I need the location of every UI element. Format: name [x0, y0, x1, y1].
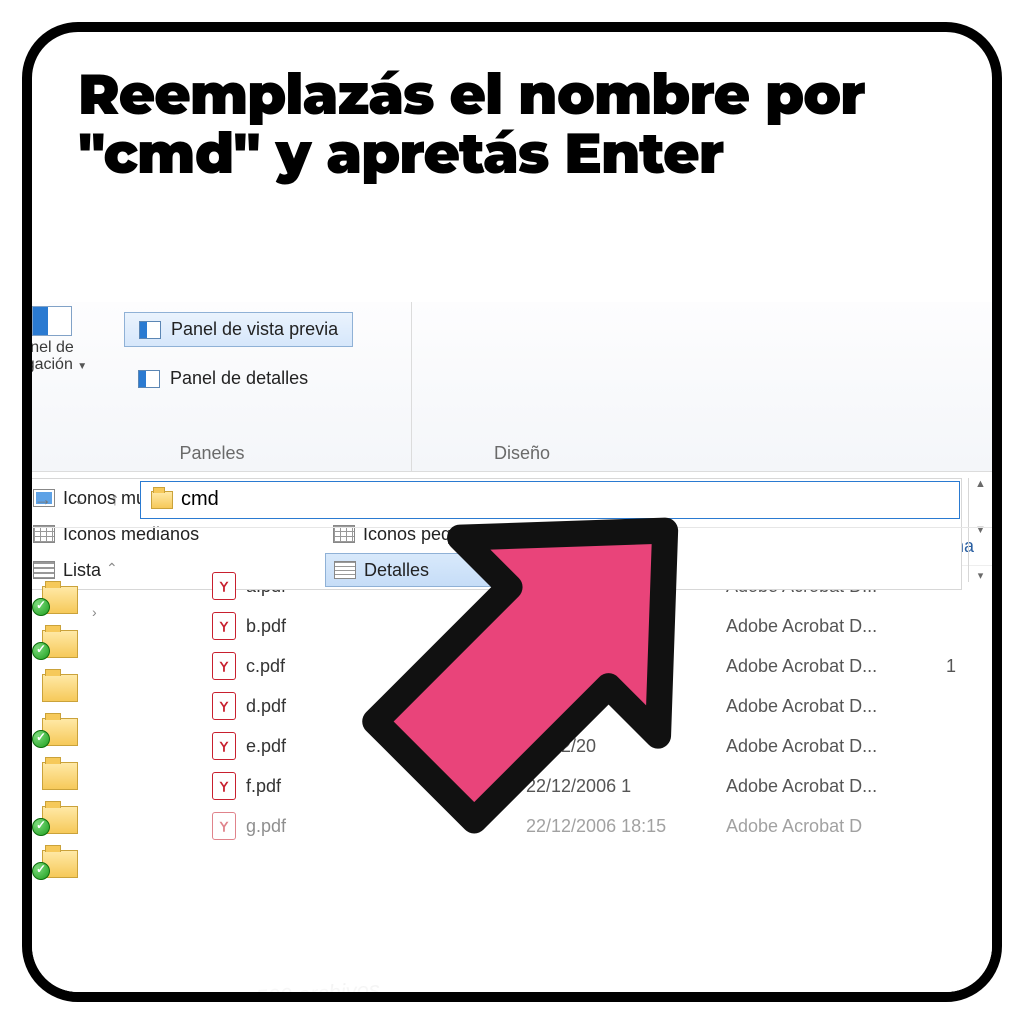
- list-icon: [33, 561, 55, 579]
- forward-button[interactable]: →: [32, 489, 54, 511]
- folder-icon: [42, 762, 78, 790]
- preview-pane-label: Panel de vista previa: [171, 319, 338, 340]
- pdf-icon: [212, 732, 236, 760]
- preview-pane-button[interactable]: Panel de vista previa: [124, 312, 353, 347]
- ribbon-group-label-layout: Diseño: [22, 443, 1002, 464]
- file-row[interactable]: c.pdf7Adobe Acrobat D...1: [212, 646, 1002, 686]
- view-details[interactable]: Detalles: [325, 553, 585, 587]
- pdf-icon: [212, 572, 236, 600]
- address-input[interactable]: [181, 488, 949, 511]
- sync-check-icon: [32, 598, 50, 616]
- tree-item[interactable]: [22, 756, 128, 800]
- nav-pane-label-1: nel de: [30, 339, 74, 356]
- tree-item[interactable]: [22, 580, 128, 624]
- ribbon: nel deegación ▼ Panel de vista previa Pa…: [22, 302, 1002, 472]
- file-row[interactable]: b.pdf09:45Adobe Acrobat D...: [212, 606, 1002, 646]
- fade-overlay: [22, 942, 1002, 1002]
- preview-pane-icon: [139, 321, 161, 339]
- address-bar[interactable]: [140, 481, 960, 519]
- sync-check-icon: [32, 642, 50, 660]
- file-row[interactable]: d.pdf22/1Adobe Acrobat D...: [212, 686, 1002, 726]
- tree-item[interactable]: [22, 712, 128, 756]
- tree-scroll-up[interactable]: ⌃: [106, 560, 118, 577]
- chevron-down-icon: ▾: [978, 569, 984, 582]
- file-list: a.pdf006 09:38Adobe Acrobat D... b.pdf09…: [22, 566, 1002, 846]
- tree-item[interactable]: [22, 668, 128, 712]
- pdf-icon: [212, 772, 236, 800]
- up-button[interactable]: ↑: [104, 489, 126, 511]
- nav-bar: → ⌄ ↑: [22, 472, 1002, 528]
- history-dropdown[interactable]: ⌄: [68, 489, 90, 511]
- explorer-window: nel deegación ▼ Panel de vista previa Pa…: [22, 302, 1002, 1002]
- file-row[interactable]: e.pdf22/12/20Adobe Acrobat D...: [212, 726, 1002, 766]
- file-row[interactable]: f.pdf22/12/2006 1Adobe Acrobat D...: [212, 766, 1002, 806]
- pdf-icon: [212, 612, 236, 640]
- pdf-icon: [212, 812, 236, 840]
- sync-check-icon: [32, 862, 50, 880]
- folder-icon: [42, 674, 78, 702]
- headline: Reemplazás el nombre por "cmd" y apretás…: [78, 66, 948, 184]
- nav-pane-button[interactable]: nel deegación ▼: [22, 302, 92, 388]
- folder-tree[interactable]: [22, 580, 128, 888]
- sync-check-icon: [32, 818, 50, 836]
- details-pane-icon: [138, 370, 160, 388]
- tutorial-card: Reemplazás el nombre por "cmd" y apretás…: [22, 22, 1002, 1002]
- sync-check-icon: [32, 730, 50, 748]
- nav-pane-label-2: egación: [22, 356, 73, 373]
- tree-item[interactable]: [22, 800, 128, 844]
- chevron-down-icon: ▼: [77, 361, 87, 372]
- tree-expand-chevron[interactable]: ›: [92, 604, 97, 620]
- file-row[interactable]: g.pdf22/12/2006 18:15Adobe Acrobat D: [212, 806, 1002, 846]
- nav-pane-icon: [32, 306, 72, 336]
- pdf-icon: [212, 652, 236, 680]
- tree-item[interactable]: [22, 624, 128, 668]
- details-icon: [334, 561, 356, 579]
- tree-item[interactable]: [22, 844, 128, 888]
- pdf-icon: [212, 692, 236, 720]
- folder-icon: [151, 491, 173, 509]
- details-pane-button[interactable]: Panel de detalles: [124, 362, 322, 395]
- details-pane-label: Panel de detalles: [170, 368, 308, 389]
